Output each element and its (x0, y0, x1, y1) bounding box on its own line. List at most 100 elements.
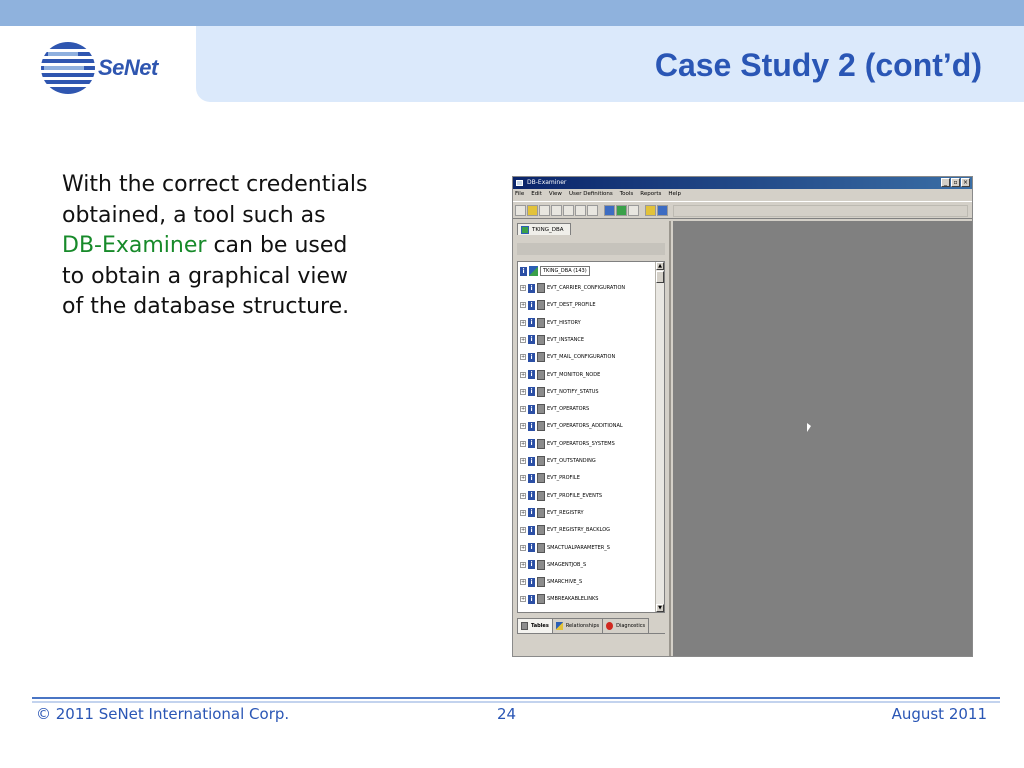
expand-icon[interactable]: + (520, 458, 526, 464)
menu-view[interactable]: View (549, 189, 562, 199)
table-row[interactable]: + i EVT_OUTSTANDING (520, 455, 596, 467)
table-name: EVT_INSTANCE (547, 336, 584, 343)
mouse-cursor-icon (807, 423, 811, 432)
copy-icon[interactable] (575, 205, 586, 216)
save-icon[interactable] (539, 205, 550, 216)
relationships-icon (555, 622, 563, 630)
schema-pane: TKING_DBA i TKING_DBA (143) + i EVT_CARRIE… (513, 221, 671, 656)
table-row[interactable]: + i EVT_MONITOR_NODE (520, 369, 600, 381)
expand-icon[interactable]: + (520, 596, 526, 603)
table-row[interactable]: + i EVT_MAIL_CONFIGURATION (520, 351, 615, 363)
body-paragraph: With the correct credentials obtained, a… (62, 170, 432, 323)
minimize-button[interactable]: _ (941, 178, 950, 187)
expand-icon[interactable]: + (520, 527, 526, 534)
table-row[interactable]: + i EVT_OPERATORS_SYSTEMS (520, 438, 615, 450)
table-row[interactable]: + i EVT_INSTANCE (520, 334, 584, 346)
open-folder-icon[interactable] (527, 205, 538, 216)
table-icon (521, 622, 528, 630)
help-icon[interactable] (657, 205, 668, 216)
tab-relationships[interactable]: Relationships (551, 618, 604, 634)
menu-help[interactable]: Help (668, 189, 681, 199)
expand-icon[interactable]: + (520, 336, 526, 343)
table-icon (537, 542, 545, 553)
grid-icon[interactable] (628, 205, 639, 216)
paste-icon[interactable] (587, 205, 598, 216)
diagnostics-icon (606, 622, 614, 630)
expand-icon[interactable]: + (520, 544, 526, 551)
table-row[interactable]: + i EVT_REGISTRY (520, 507, 584, 519)
table-row[interactable]: + i EVT_CARRIER_CONFIGURATION (520, 282, 625, 294)
table-row[interactable]: + i EVT_DEST_PROFILE (520, 299, 596, 311)
table-name: SMARCHIVE_S (547, 579, 583, 586)
expand-icon[interactable]: + (520, 579, 526, 586)
diagram-canvas[interactable] (673, 221, 972, 656)
menu-user-definitions[interactable]: User Definitions (569, 189, 613, 199)
database-tab[interactable]: TKING_DBA (517, 223, 571, 235)
expand-icon[interactable]: + (520, 388, 526, 395)
table-tree: i TKING_DBA (143) + i EVT_CARRIER_CONFIGUR… (517, 261, 665, 613)
table-row[interactable]: + i SMARCHIVE_S (520, 576, 582, 588)
body-line: of the database structure. (62, 294, 350, 319)
bottom-tab-bar: Tables Relationships Diagnostics (517, 618, 665, 634)
tree-scrollbar[interactable]: ▲ ▼ (655, 262, 664, 612)
table-name: EVT_NOTIFY_STATUS (547, 388, 599, 395)
table-name: EVT_MAIL_CONFIGURATION (547, 354, 616, 361)
table-icon (537, 525, 545, 536)
table-row[interactable]: + i EVT_NOTIFY_STATUS (520, 386, 599, 398)
database-tab-icon (521, 226, 529, 234)
close-button[interactable]: × (961, 178, 970, 187)
key-icon[interactable] (645, 205, 656, 216)
connect-icon[interactable] (604, 205, 615, 216)
body-line: obtained, a tool such as (62, 202, 326, 228)
expand-icon[interactable]: + (520, 509, 526, 516)
menu-edit[interactable]: Edit (531, 189, 542, 199)
footer-date: August 2011 (891, 705, 987, 723)
expand-icon[interactable]: + (520, 423, 526, 430)
table-row[interactable]: + i EVT_PROFILE (520, 472, 580, 484)
expand-icon[interactable]: + (520, 319, 526, 326)
scroll-down-arrow-icon[interactable]: ▼ (656, 604, 664, 612)
table-name: EVT_OPERATORS (547, 406, 590, 413)
info-icon: i (528, 560, 535, 570)
tree-root-node[interactable]: i TKING_DBA (143) (520, 265, 590, 277)
table-row[interactable]: + i SMAGENTJOB_S (520, 559, 586, 571)
footer-rule-light (32, 701, 1000, 703)
table-row[interactable]: + i EVT_OPERATORS (520, 403, 589, 415)
tab-diagnostics[interactable]: Diagnostics (602, 618, 650, 634)
scroll-thumb[interactable] (656, 271, 664, 283)
new-file-icon[interactable] (515, 205, 526, 216)
table-icon (537, 438, 545, 449)
expand-icon[interactable]: + (520, 406, 526, 413)
database-icon[interactable] (616, 205, 627, 216)
expand-icon[interactable]: + (520, 371, 526, 378)
table-name: SMACTUALPARAMETER_S (547, 544, 610, 551)
table-row[interactable]: + i EVT_REGISTRY_BACKLOG (520, 524, 610, 536)
restore-button[interactable]: ▫ (951, 178, 960, 187)
table-row[interactable]: + i SMACTUALPARAMETER_S (520, 542, 610, 554)
scroll-up-arrow-icon[interactable]: ▲ (656, 262, 664, 270)
expand-icon[interactable]: + (520, 285, 526, 291)
expand-icon[interactable]: + (520, 492, 526, 499)
expand-icon[interactable]: + (520, 354, 526, 361)
table-row[interactable]: + i EVT_PROFILE_EVENTS (520, 490, 602, 502)
table-icon (537, 369, 545, 380)
print-icon[interactable] (551, 205, 562, 216)
expand-icon[interactable]: + (520, 475, 526, 482)
table-name: EVT_REGISTRY (547, 509, 584, 516)
info-icon: i (528, 370, 535, 379)
table-icon (537, 507, 545, 518)
cut-icon[interactable] (563, 205, 574, 216)
table-row[interactable]: + i EVT_HISTORY (520, 317, 581, 329)
menu-file[interactable]: File (515, 189, 524, 199)
menu-bar: File Edit View User Definitions Tools Re… (513, 189, 972, 199)
expand-icon[interactable]: + (520, 302, 526, 309)
tab-tables[interactable]: Tables (517, 618, 553, 634)
db-examiner-screenshot: DB-Examiner _ ▫ × File Edit View User De… (512, 176, 973, 657)
menu-tools[interactable]: Tools (620, 189, 634, 199)
expand-icon[interactable]: + (520, 440, 526, 447)
table-row[interactable]: + i SMBREAKABLELINKS (520, 593, 598, 605)
menu-reports[interactable]: Reports (640, 189, 661, 199)
body-line: DB-Examiner can be used (62, 231, 432, 262)
expand-icon[interactable]: + (520, 561, 526, 568)
table-row[interactable]: + i EVT_OPERATORS_ADDITIONAL (520, 420, 623, 432)
